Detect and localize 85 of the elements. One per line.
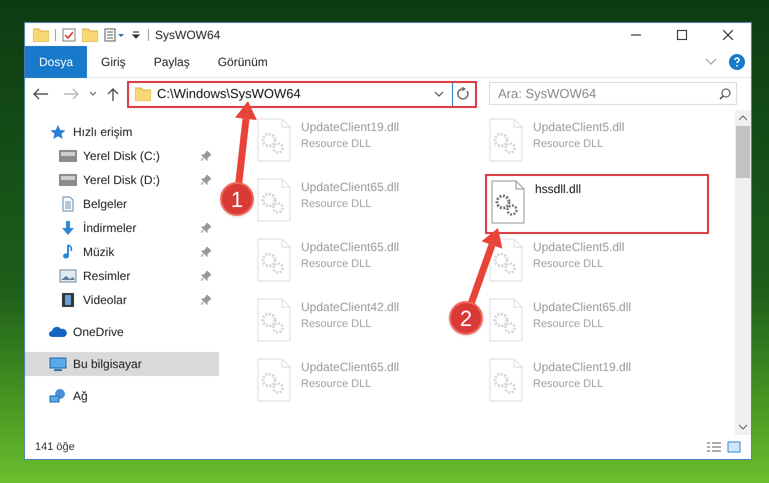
file-name: UpdateClient65.dll [301,359,400,376]
pin-icon[interactable] [201,271,211,281]
folder-icon [135,87,151,101]
nav-item[interactable]: Hızlı erişim [25,120,219,144]
nav-item[interactable]: Bu bilgisayar [25,352,219,376]
nav-item[interactable]: Müzik [25,240,219,264]
item-count: 141 öğe [35,440,75,455]
gear-file-icon [489,298,523,342]
close-icon [723,30,733,40]
drive-icon [59,172,77,188]
scrollbar-thumb[interactable] [736,126,750,178]
maximize-icon [677,30,687,40]
drive-icon [59,148,77,164]
address-bar[interactable]: C:\Windows\SysWOW64 [127,80,477,108]
file-name: UpdateClient5.dll [533,119,624,136]
nav-item[interactable]: Yerel Disk (D:) [25,168,219,192]
file-type: Resource DLL [533,317,604,332]
pin-icon[interactable] [201,247,211,257]
pin-icon[interactable] [201,151,211,161]
nav-item[interactable]: İndirmeler [25,216,219,240]
properties-icon[interactable] [104,28,126,42]
nav-item[interactable]: Belgeler [25,192,219,216]
file-type: Resource DLL [301,257,372,272]
picture-icon [59,268,77,284]
nav-item[interactable]: Ağ [25,384,219,408]
chevron-down-icon[interactable] [739,424,747,430]
download-icon [59,220,77,236]
up-arrow-icon[interactable] [107,87,119,101]
file-item[interactable]: hssdll.dll [485,174,709,234]
nav-item[interactable]: Yerel Disk (C:) [25,144,219,168]
film-icon [59,292,77,308]
pin-icon[interactable] [201,295,211,305]
file-type: Resource DLL [533,137,604,152]
ribbon-tab[interactable]: Görünüm [204,46,282,78]
gear-file-icon [257,238,291,282]
nav-item[interactable]: Videolar [25,288,219,312]
pin-icon[interactable] [201,223,211,233]
gear-file-icon [491,180,525,224]
file-name: UpdateClient65.dll [301,179,400,196]
scrollbar[interactable] [735,110,751,435]
dropdown-icon[interactable] [130,28,142,40]
gear-file-icon [257,358,291,402]
search-field[interactable]: Ara: SysWOW64 [489,82,737,105]
details-view-icon[interactable] [707,441,721,453]
star-icon [49,124,67,140]
chevron-up-icon [739,115,747,121]
window-title: SysWOW64 [155,26,220,44]
nav-item[interactable]: Resimler [25,264,219,288]
file-type: Resource DLL [301,317,372,332]
gear-file-icon [489,358,523,402]
minimize-icon [631,34,641,36]
gear-file-icon [489,238,523,282]
file-name: hssdll.dll [535,181,582,198]
file-name: UpdateClient5.dll [533,239,624,256]
gear-file-icon [489,118,523,162]
ribbon-tab[interactable]: Dosya [25,46,88,78]
file-type: Resource DLL [301,197,372,212]
file-name: UpdateClient19.dll [301,119,400,136]
file-type: Resource DLL [533,257,604,272]
chevron-down-icon[interactable] [89,91,97,97]
gear-file-icon [257,178,291,222]
file-name: UpdateClient65.dll [533,299,632,316]
file-type: Resource DLL [533,377,604,392]
large-icons-view-icon[interactable] [727,441,741,453]
file-type: Resource DLL [301,137,372,152]
cloud-icon [49,324,67,340]
monitor-icon [49,356,67,372]
file-type: Resource DLL [301,377,372,392]
pin-icon[interactable] [201,175,211,185]
file-name: UpdateClient19.dll [533,359,632,376]
nav-item[interactable]: OneDrive [25,320,219,344]
gear-file-icon [257,118,291,162]
ribbon-tab[interactable]: Giriş [87,46,140,78]
folder-icon [33,28,49,42]
new-folder-icon [82,28,98,42]
chevron-down-icon[interactable] [434,91,444,97]
help-icon[interactable] [729,54,745,70]
gear-file-icon [257,298,291,342]
back-arrow-icon[interactable] [33,88,49,100]
network-icon [49,388,67,404]
checklist-icon[interactable] [62,28,76,42]
file-name: UpdateClient42.dll [301,299,400,316]
search-icon[interactable] [719,88,731,100]
file-name: UpdateClient65.dll [301,239,400,256]
ribbon-tab[interactable]: Paylaş [140,46,204,78]
